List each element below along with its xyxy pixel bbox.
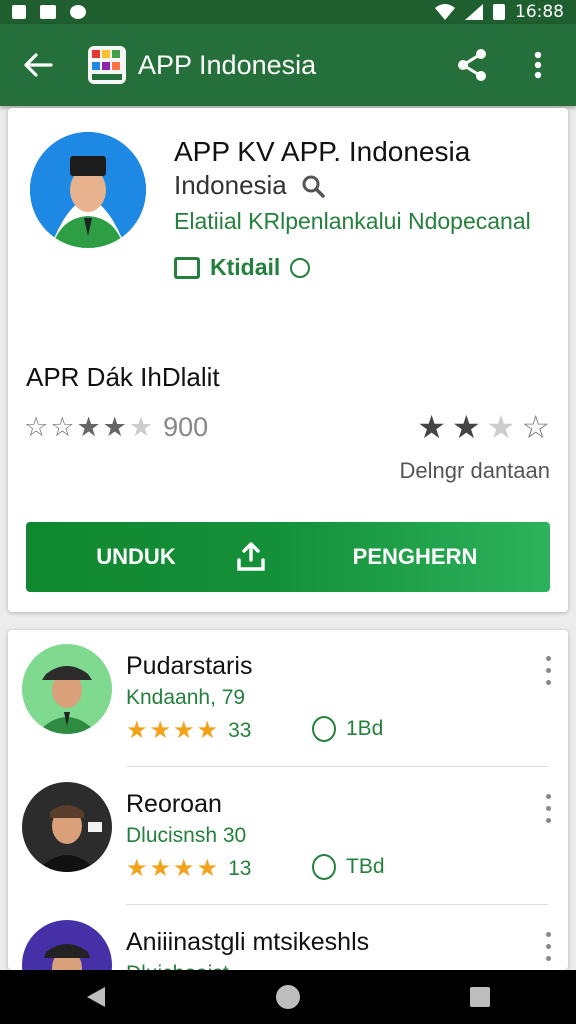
star-outline-icon: ☆	[521, 409, 550, 445]
notification-icon	[40, 5, 56, 19]
star-icon: ★	[102, 412, 127, 442]
list-item-tag: 1Bd	[312, 716, 383, 742]
star-empty-icon: ★	[128, 412, 154, 442]
star-icon: ★	[126, 717, 148, 744]
list-item-rating: ★ ★ ★ ★ 33	[126, 716, 251, 745]
overflow-menu-icon	[534, 51, 542, 79]
rating-section-title: APR Dák IhDlalit	[26, 362, 220, 392]
arrow-back-icon	[24, 53, 53, 77]
star-icon: ★	[196, 717, 219, 744]
unduk-button[interactable]: UNDUK	[26, 544, 226, 570]
clock-icon	[290, 257, 311, 278]
app-badge[interactable]: Ktidail	[174, 254, 311, 281]
list-item-title: Reoroan	[126, 790, 222, 818]
pengahern-button[interactable]: PENGHERN	[320, 544, 550, 570]
search-icon[interactable]	[301, 174, 325, 198]
list-item-count: 33	[228, 718, 252, 742]
nav-back-icon	[87, 987, 105, 1007]
app-badge-label: Ktidail	[210, 254, 281, 280]
share-button[interactable]	[450, 43, 494, 87]
list-item-tag-label: 1Bd	[346, 717, 384, 740]
list-item-subtitle: Dlucisnsh 30	[126, 824, 247, 847]
avatar	[22, 644, 112, 734]
app-name: APP KV APP. Indonesia	[174, 136, 471, 167]
sync-icon	[70, 5, 86, 19]
download-icon	[237, 542, 265, 571]
rating-caption: Delngr dantaan	[399, 458, 550, 483]
share-icon	[458, 49, 486, 81]
download-button[interactable]	[226, 540, 276, 574]
list-item-title: Aniiinastgli mtsikeshls	[126, 928, 370, 956]
list-item-subtitle: Kndaanh, 79	[126, 686, 246, 709]
list-item-tag-label: TBd	[346, 855, 385, 878]
action-bar: UNDUK PENGHERN	[26, 522, 550, 592]
battery-icon	[493, 4, 505, 20]
star-outline-icon: ☆	[24, 412, 49, 442]
nav-recents-button[interactable]	[450, 975, 510, 1019]
app-description: Elatiial KRlpenlankalui Ndopecanal	[174, 208, 531, 234]
star-empty-icon: ★	[486, 409, 516, 445]
app-hero-icon	[30, 132, 146, 248]
list-divider	[126, 766, 548, 767]
star-icon: ★	[149, 855, 172, 882]
list-item-menu-button[interactable]	[536, 790, 560, 826]
star-icon: ★	[126, 855, 148, 882]
list-item-menu-button[interactable]	[536, 928, 560, 964]
star-icon: ★	[196, 855, 219, 882]
avatar	[22, 782, 112, 872]
monitor-icon	[174, 256, 200, 279]
app-bar: APP Indonesia	[0, 24, 576, 106]
status-clock: 16:88	[515, 2, 564, 22]
list-item-count: 13	[228, 856, 252, 880]
app-bar-title: APP Indonesia	[138, 49, 317, 80]
star-icon: ★	[149, 717, 172, 744]
star-icon: ★	[76, 412, 101, 442]
app-subtitle-row: Indonesia	[174, 170, 325, 201]
list-item[interactable]: Reoroan Dlucisnsh 30 ★ ★ ★ ★ 13 TBd	[8, 768, 568, 904]
star-outline-icon: ☆	[50, 412, 75, 442]
list-card: Pudarstaris Kndaanh, 79 ★ ★ ★ ★ 33 1Bd R…	[8, 630, 568, 970]
star-icon: ★	[173, 717, 195, 744]
nav-home-icon	[276, 985, 300, 1009]
app-detail-card: APP KV APP. Indonesia Indonesia Elatiial…	[8, 108, 568, 612]
list-item-menu-button[interactable]	[536, 652, 560, 688]
avatar	[22, 920, 112, 970]
nav-back-button[interactable]	[66, 975, 126, 1019]
list-item[interactable]: Aniiinastgli mtsikeshls Dluicheaist	[8, 906, 568, 970]
star-icon: ★	[417, 409, 446, 445]
back-button[interactable]	[16, 43, 60, 87]
list-item-title: Pudarstaris	[126, 652, 253, 680]
tag-icon	[312, 854, 336, 880]
wifi-icon	[435, 4, 455, 20]
signal-icon	[465, 4, 483, 20]
app-logo-icon	[88, 46, 126, 84]
system-nav-bar	[0, 970, 576, 1024]
nav-recents-icon	[470, 987, 490, 1007]
status-bar: 16:88	[0, 0, 576, 24]
rating-right[interactable]: ★ ★ ★ ☆	[417, 408, 550, 446]
sim-icon	[12, 5, 26, 19]
star-icon: ★	[173, 855, 195, 882]
app-subtitle: Indonesia	[174, 170, 287, 200]
tag-icon	[312, 716, 336, 742]
overflow-menu-button[interactable]	[516, 43, 560, 87]
rating-left: ☆ ☆ ★ ★ ★ 900	[24, 412, 208, 443]
list-item[interactable]: Pudarstaris Kndaanh, 79 ★ ★ ★ ★ 33 1Bd	[8, 630, 568, 766]
list-item-subtitle: Dluicheaist	[126, 962, 229, 970]
star-icon: ★	[451, 409, 481, 445]
list-item-tag: TBd	[312, 854, 385, 880]
nav-home-button[interactable]	[258, 975, 318, 1019]
list-divider	[126, 904, 548, 905]
rating-count: 900	[163, 412, 209, 442]
list-item-rating: ★ ★ ★ ★ 13	[126, 854, 251, 883]
